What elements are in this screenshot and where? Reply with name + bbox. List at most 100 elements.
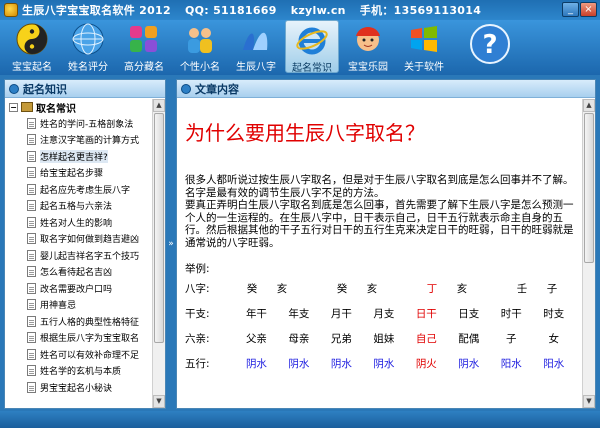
scroll-up-icon[interactable]: ▲: [153, 99, 165, 112]
article-content: 为什么要用生辰八字取名？ 很多人都听说过按生辰八字取名，但是对于生辰八字取名到底…: [177, 99, 581, 408]
bazi-cell: 阴水: [288, 357, 310, 370]
bazi-cell: 时干: [500, 307, 522, 320]
bazi-cell: 母亲: [288, 332, 310, 345]
close-button[interactable]: ×: [580, 2, 597, 17]
tree-item-label: 姓名的学问-五格剖象法: [40, 119, 134, 130]
tree-item-label: 给宝宝起名步骤: [40, 169, 104, 180]
toolbar-label: 姓名评分: [68, 62, 108, 73]
website: kzylw.cn: [290, 3, 346, 17]
tree-item[interactable]: 怎么看待起名吉凶: [5, 264, 153, 281]
tree-item-label: 姓名对人生的影响: [40, 218, 113, 229]
bazi-cell: 日支: [458, 307, 480, 320]
minimize-button[interactable]: _: [562, 2, 579, 17]
bazi-cell: 子: [546, 282, 558, 295]
bazi-cell: 月支: [373, 307, 395, 320]
toolbar-birth-eight-chars[interactable]: 生辰八字: [229, 20, 283, 73]
bazi-row-label: 八字:: [185, 282, 210, 295]
tree-item[interactable]: 给宝宝起名步骤: [5, 165, 153, 182]
scroll-thumb[interactable]: [584, 113, 594, 263]
document-icon: [27, 216, 36, 228]
toolbar-label: 高分藏名: [124, 62, 164, 73]
bazi-cell: 阳水: [500, 357, 522, 370]
tree-item-label: 改名需要改户口吗: [40, 284, 113, 295]
knowledge-tree-scrollbar[interactable]: ▲ ▼: [152, 99, 165, 408]
window-title: 生辰八字宝宝取名软件 2012: [22, 4, 171, 17]
toolbar-baby-park[interactable]: 宝宝乐园: [341, 20, 395, 73]
panel-header-icon: [181, 83, 191, 94]
bazi-cell: 阴水: [373, 357, 395, 370]
toolbar-label: 宝宝乐园: [348, 62, 388, 73]
tree-item[interactable]: 姓名对人生的影响: [5, 214, 153, 231]
bazi-cell: 癸: [336, 282, 348, 295]
kid-icon: [350, 22, 386, 56]
qq-number: QQ: 51181669: [184, 3, 277, 17]
tree-item[interactable]: 五行人格的典型性格特征: [5, 313, 153, 330]
toolbar-help[interactable]: ?: [463, 20, 517, 73]
scroll-down-icon[interactable]: ▼: [153, 395, 165, 408]
tree-item-label: 用神喜忌: [40, 301, 77, 312]
title-bar: 生辰八字宝宝取名软件 2012 QQ: 51181669 kzylw.cn 手机…: [0, 0, 600, 20]
tree-item[interactable]: 怎样起名更吉祥?: [5, 148, 153, 165]
document-icon: [27, 200, 36, 212]
bazi-row: 干支: 年干 年支 月干 月支 日干 日支 时干 时支: [185, 301, 575, 326]
document-icon: [27, 266, 36, 278]
bazi-cell: 姐妹: [373, 332, 395, 345]
tree-item[interactable]: 改名需要改户口吗: [5, 280, 153, 297]
document-icon: [27, 282, 36, 294]
tree-item[interactable]: 取名字如何做到趋吉避凶: [5, 231, 153, 248]
bazi-cell: 亥: [456, 282, 468, 295]
tree-item[interactable]: 用神喜忌: [5, 297, 153, 314]
bazi-cell: 父亲: [245, 332, 267, 345]
knowledge-tree: − 取名常识 姓名的学问-五格剖象法注意汉字笔画的计算方式 怎样起名更吉祥? 给宝宝…: [5, 99, 153, 408]
pane-splitter[interactable]: »: [167, 79, 175, 409]
document-icon: [27, 315, 36, 327]
document-icon: [27, 150, 36, 162]
bazi-cell: 女: [548, 332, 559, 345]
tree-item[interactable]: 姓名可以有效补命理不足: [5, 346, 153, 363]
scroll-thumb[interactable]: [154, 113, 164, 343]
bazi-row-label: 干支:: [185, 307, 210, 320]
toolbar-about[interactable]: 关于软件: [397, 20, 451, 73]
toolbar-label: 宝宝起名: [12, 62, 52, 73]
gems-icon: [126, 22, 162, 56]
tree-root-node[interactable]: − 取名常识: [5, 99, 153, 115]
ribbon-icon: [238, 22, 274, 56]
bazi-cell: 年干: [245, 307, 267, 320]
tree-item[interactable]: 婴儿起吉祥名字五个技巧: [5, 247, 153, 264]
scroll-down-icon[interactable]: ▼: [583, 395, 595, 408]
main-toolbar: 宝宝起名 姓名评分 高分藏名 个性小名 生辰八字 起名常识 宝宝乐园 关于软件 …: [0, 20, 600, 75]
bazi-cell: 时支: [543, 307, 565, 320]
bazi-cell: 配偶: [458, 332, 480, 345]
article-panel-title: 文章内容: [195, 82, 239, 96]
bazi-cell: 日干: [415, 307, 437, 320]
toolbar-high-score-name[interactable]: 高分藏名: [117, 20, 171, 73]
tree-item-label: 怎样起名更吉祥?: [40, 149, 108, 163]
bazi-cell: 阴火: [415, 357, 437, 370]
toolbar-nickname[interactable]: 个性小名: [173, 20, 227, 73]
toolbar-name-score[interactable]: 姓名评分: [61, 20, 115, 73]
document-icon: [27, 381, 36, 393]
bazi-cell: 丁: [426, 282, 438, 295]
help-icon: ?: [468, 22, 512, 66]
tree-item[interactable]: 起名应先考虑生辰八字: [5, 181, 153, 198]
tree-item[interactable]: 起名五格与六亲法: [5, 198, 153, 215]
tree-item[interactable]: 男宝宝起名小秘诀: [5, 379, 153, 396]
tree-item[interactable]: 姓名的学问-五格剖象法: [5, 115, 153, 132]
collapse-icon[interactable]: −: [9, 102, 18, 112]
tree-root-label: 取名常识: [36, 103, 76, 115]
tree-item[interactable]: 姓名学的玄机与本质: [5, 363, 153, 380]
tree-item[interactable]: 注意汉字笔画的计算方式: [5, 132, 153, 149]
scroll-up-icon[interactable]: ▲: [583, 99, 595, 112]
article-scrollbar[interactable]: ▲ ▼: [582, 99, 595, 408]
document-icon: [27, 117, 36, 129]
tree-item[interactable]: 根据生辰八字为宝宝取名: [5, 330, 153, 347]
bazi-cell: 兄弟: [330, 332, 352, 345]
knowledge-panel-header: 起名知识: [5, 80, 165, 98]
bazi-row: 六亲: 父亲 母亲 兄弟 姐妹 自己 配偶 子 女: [185, 326, 575, 351]
bazi-cell: 年支: [288, 307, 310, 320]
toolbar-naming-knowledge[interactable]: 起名常识: [285, 20, 339, 74]
toolbar-baby-naming[interactable]: 宝宝起名: [5, 20, 59, 73]
document-icon: [27, 365, 36, 377]
yin-yang-icon: [14, 22, 50, 56]
people-icon: [182, 22, 218, 56]
